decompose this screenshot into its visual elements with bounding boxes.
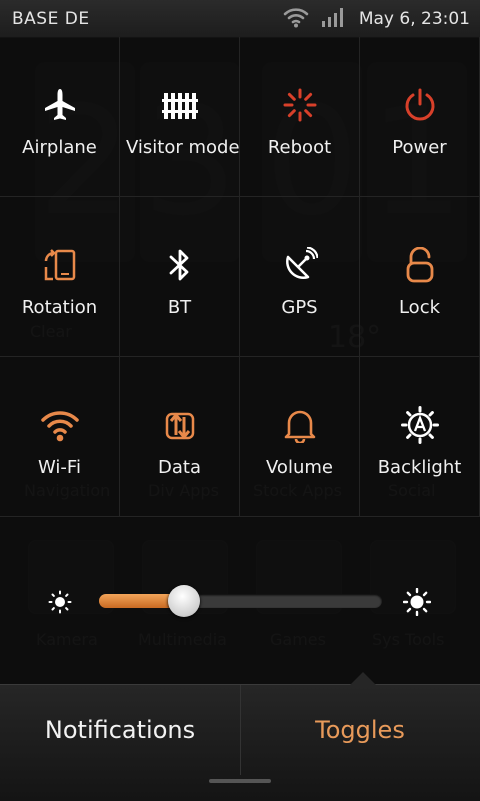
gps-icon: [280, 245, 320, 285]
active-tab-indicator: [350, 672, 376, 685]
toggle-label: BT: [167, 297, 192, 318]
airplane-icon: [40, 85, 80, 125]
toggle-label: Data: [158, 457, 201, 478]
toggle-reboot[interactable]: Reboot: [240, 37, 360, 197]
status-bar: BASE DE May 6, 23:01: [0, 0, 480, 38]
toggle-gps[interactable]: GPS: [240, 197, 360, 357]
toggle-label: Power: [392, 137, 447, 158]
brightness-high-icon: [402, 587, 432, 617]
unlock-icon: [400, 245, 440, 285]
toggle-label: GPS: [281, 297, 318, 318]
carrier-name: BASE DE: [12, 9, 90, 29]
bluetooth-icon: [160, 245, 200, 285]
toggle-power[interactable]: Power: [360, 37, 480, 197]
brightness-low-icon: [48, 590, 72, 614]
wifi-icon: [40, 405, 80, 445]
toggle-label: Reboot: [267, 137, 332, 158]
fence-icon: [160, 85, 200, 125]
signal-icon: [321, 7, 347, 31]
tab-notifications[interactable]: Notifications: [0, 685, 241, 775]
toggle-label: Backlight: [377, 457, 462, 478]
toggle-backlight[interactable]: Backlight: [360, 357, 480, 517]
toggle-bluetooth[interactable]: BT: [120, 197, 240, 357]
panel-tabs: Notifications Toggles: [0, 672, 480, 801]
toggle-rotation[interactable]: Rotation: [0, 197, 120, 357]
brightness-slider[interactable]: [99, 585, 382, 617]
auto-brightness-icon: [400, 405, 440, 445]
toggle-volume[interactable]: Volume: [240, 357, 360, 517]
wifi-icon: [283, 6, 309, 32]
toggles-grid: Airplane Visitor mode Reboot Power Rotat…: [0, 37, 480, 518]
toggle-label: Visitor mode: [126, 137, 239, 158]
toggle-label: Volume: [266, 457, 333, 478]
toggle-label: Lock: [398, 297, 441, 318]
brightness-slider-thumb[interactable]: [167, 585, 200, 617]
data-icon: [160, 405, 200, 445]
toggle-label: Rotation: [21, 297, 98, 318]
toggle-visitor-mode[interactable]: Visitor mode: [120, 37, 240, 197]
toggle-label: Wi-Fi: [38, 457, 81, 478]
tab-toggles[interactable]: Toggles: [240, 685, 480, 775]
reboot-icon: [280, 85, 320, 125]
drag-handle[interactable]: [209, 779, 271, 783]
power-icon: [400, 85, 440, 125]
toggle-airplane[interactable]: Airplane: [0, 37, 120, 197]
rotation-icon: [40, 245, 80, 285]
toggle-label: Airplane: [22, 137, 97, 158]
toggle-data[interactable]: Data: [120, 357, 240, 517]
toggle-lock[interactable]: Lock: [360, 197, 480, 357]
bell-icon: [280, 405, 320, 445]
status-datetime: May 6, 23:01: [358, 8, 470, 29]
toggle-wifi[interactable]: Wi-Fi: [0, 357, 120, 517]
